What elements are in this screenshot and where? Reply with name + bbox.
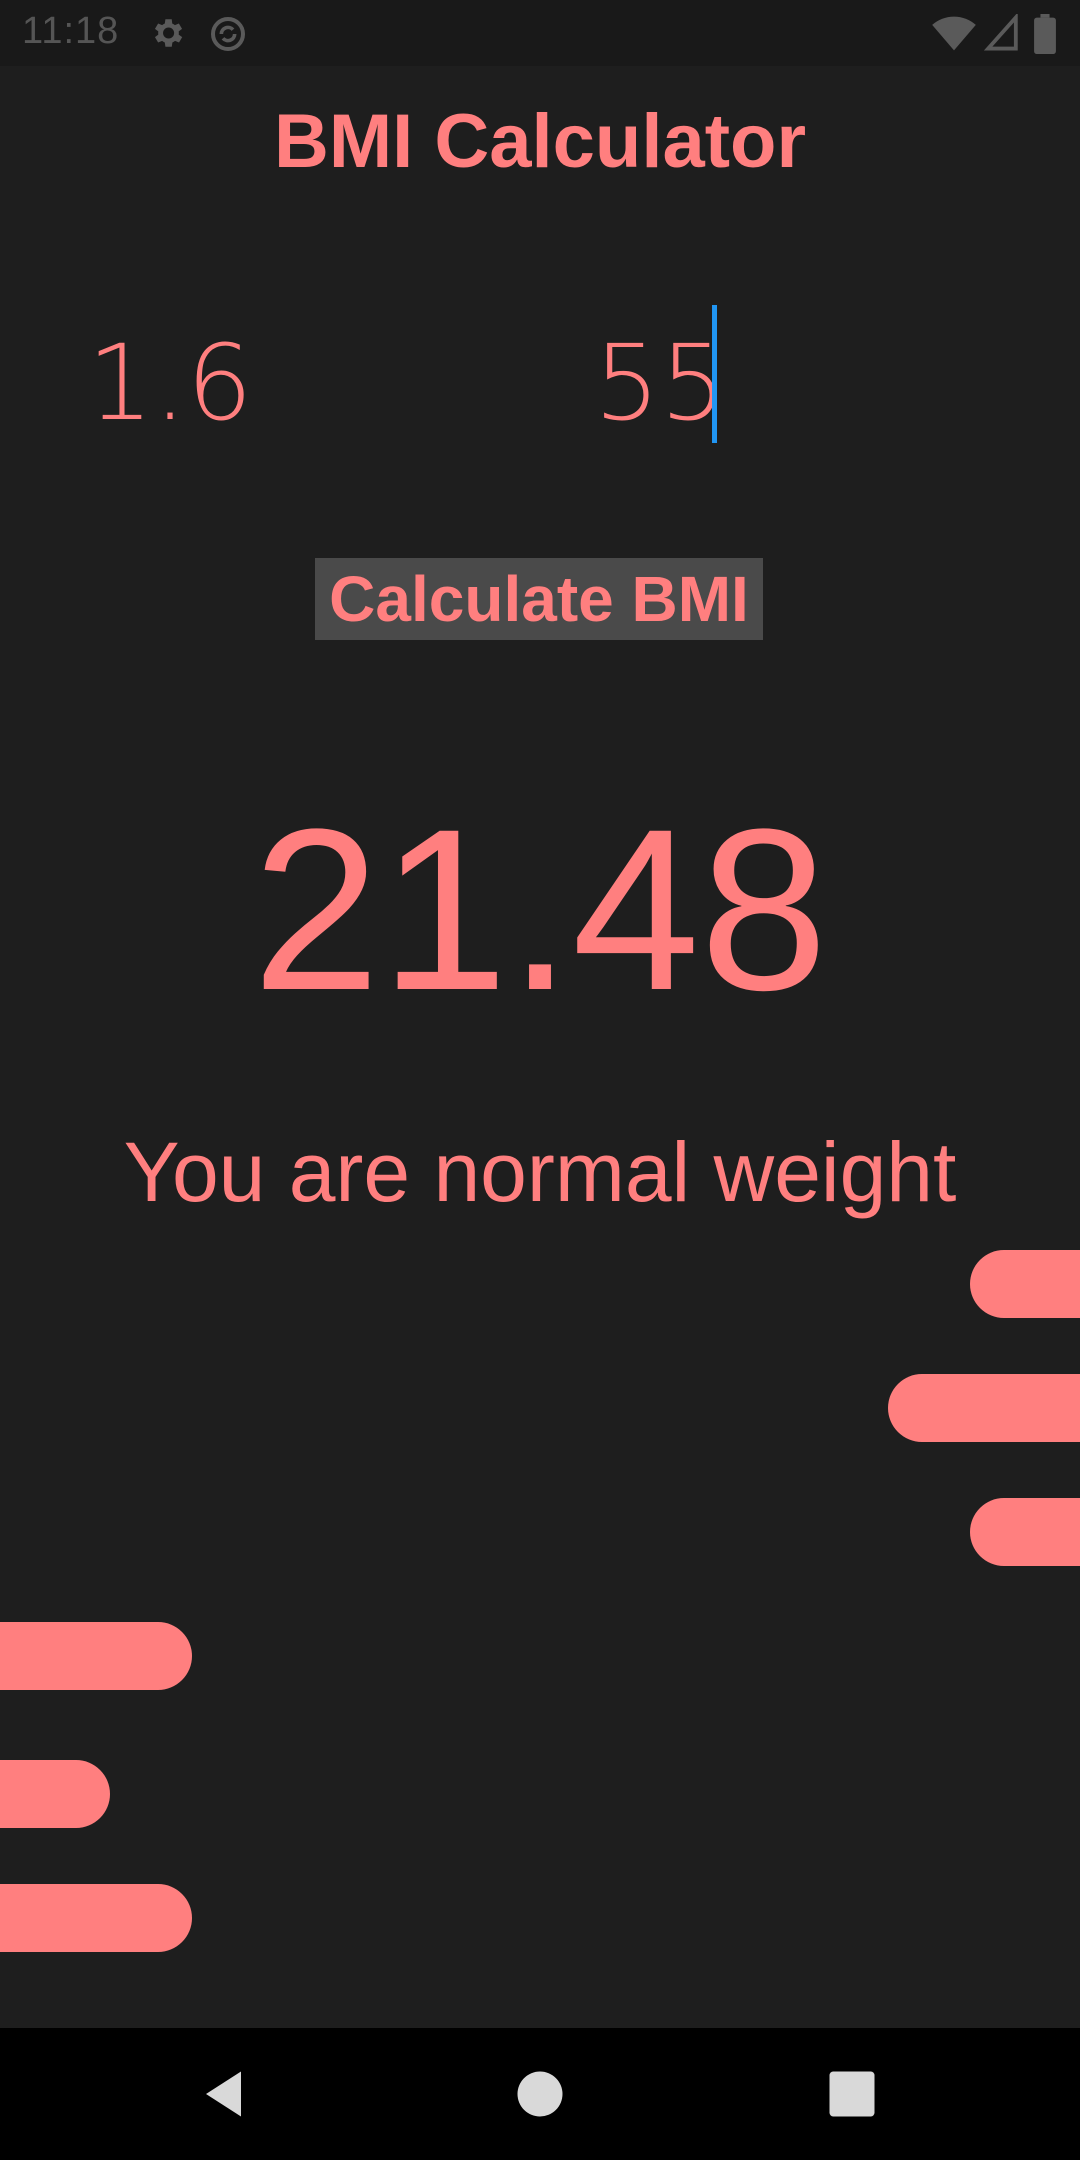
wifi-icon	[932, 14, 976, 59]
decorative-bar	[888, 1374, 1080, 1442]
status-bar: 11:18	[0, 0, 1080, 66]
gear-icon	[148, 14, 186, 57]
decorative-bar	[970, 1498, 1080, 1566]
weight-input[interactable]: 55	[560, 318, 760, 448]
back-icon[interactable]	[196, 2064, 256, 2124]
screen: 11:18 BMI Calculator 1.6 55 Calculate BM…	[0, 0, 1080, 2160]
height-input[interactable]: 1.6	[60, 318, 280, 448]
bmi-result-value: 21.48	[252, 781, 828, 1038]
bmi-result-message: You are normal weight	[123, 1125, 957, 1219]
sync-icon	[208, 14, 248, 59]
home-icon[interactable]	[510, 2064, 570, 2124]
signal-icon	[983, 12, 1020, 57]
text-cursor	[712, 305, 717, 443]
battery-icon	[1034, 14, 1056, 59]
navigation-bar	[0, 2028, 1080, 2160]
recents-icon[interactable]	[822, 2064, 882, 2124]
decorative-bar	[970, 1250, 1080, 1318]
decorative-bar	[0, 1884, 192, 1952]
calculate-bmi-button[interactable]: Calculate BMI	[315, 558, 763, 640]
decorative-bar	[0, 1760, 110, 1828]
status-time: 11:18	[22, 10, 120, 52]
decorative-bar	[0, 1622, 192, 1690]
page-title: BMI Calculator	[273, 99, 807, 184]
